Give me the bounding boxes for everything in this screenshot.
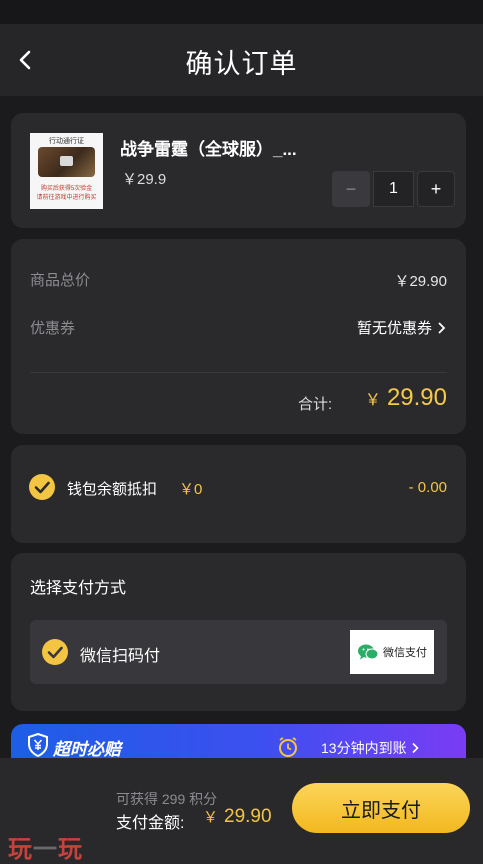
thumbnail-image [38, 147, 95, 177]
total-value: ￥ 29.90 [365, 384, 447, 412]
pay-amount-currency: ￥ [203, 809, 219, 826]
quantity-increase-button[interactable]: + [417, 171, 455, 207]
promo-left-text: 超时必赔 [53, 740, 121, 759]
coupon-label: 优惠券 [30, 320, 76, 337]
subtotal-value: ￥29.90 [394, 273, 447, 290]
bottom-bar: 可获得 299 积分 支付金额: ￥ 29.90 立即支付 玩一玩 [0, 758, 483, 864]
coupon-value: 暂无优惠券 [356, 320, 432, 337]
wechat-icon [358, 644, 379, 660]
total-currency: ￥ [364, 392, 381, 409]
product-thumbnail: 行动通行证 购买后获得5次验金 请前往游戏中进行购买 [30, 133, 103, 209]
points-text: 可获得 299 积分 [116, 791, 218, 807]
subtotal-label: 商品总价 [30, 272, 91, 289]
wallet-balance: ￥0 [179, 481, 203, 498]
quantity-stepper: − 1 + [332, 171, 455, 207]
wechat-pay-text: 微信支付 [383, 647, 427, 659]
payment-radio[interactable] [42, 639, 68, 665]
status-strip [0, 0, 483, 24]
product-name: 战争雷霆（全球服）_... [120, 140, 297, 159]
thumbnail-caption-2: 请前往游戏中进行购买 [36, 195, 97, 201]
check-icon [34, 481, 50, 494]
payment-title: 选择支付方式 [30, 580, 127, 597]
shield-yen-icon [28, 733, 48, 757]
wallet-deduction: - 0.00 [408, 479, 447, 496]
promo-right: 13分钟内到账 [321, 738, 420, 758]
chevron-right-icon [412, 742, 419, 754]
page-title: 确认订单 [185, 49, 298, 79]
wallet-label: 钱包余额抵扣 [67, 481, 158, 498]
quantity-value[interactable]: 1 [373, 171, 414, 207]
pay-amount-value: 29.90 [224, 806, 272, 827]
chevron-right-icon [438, 321, 446, 334]
quantity-decrease-button[interactable]: − [332, 171, 370, 207]
price-summary-card: 商品总价 ￥29.90 优惠券 暂无优惠券 合计: ￥ 29.90 [11, 239, 466, 434]
pay-amount-label: 支付金额: [116, 815, 185, 832]
watermark-logo: 玩一玩 [8, 829, 83, 864]
check-icon [47, 646, 63, 659]
payment-card: 选择支付方式 微信扫码付 微信支付 [11, 553, 466, 711]
wallet-card: 钱包余额抵扣 ￥0 - 0.00 [11, 445, 466, 543]
payment-option-wechat[interactable]: 微信扫码付 微信支付 [30, 620, 447, 684]
watermark-part2: 玩 [58, 835, 83, 863]
divider [30, 372, 447, 373]
total-amount: 29.90 [386, 384, 447, 411]
wallet-checkbox[interactable] [29, 474, 55, 500]
alarm-clock-icon [279, 737, 297, 757]
total-label: 合计: [298, 396, 333, 413]
coupon-selector[interactable]: 暂无优惠券 [357, 317, 447, 338]
watermark-dash: 一 [33, 835, 58, 863]
watermark-part1: 玩 [8, 835, 33, 863]
header: 确认订单 [0, 24, 483, 96]
thumbnail-caption-1: 购买后获得5次验金 [40, 186, 93, 192]
payment-method-label: 微信扫码付 [80, 648, 161, 665]
product-price: ￥29.9 [122, 171, 167, 188]
thumbnail-title: 行动通行证 [49, 138, 84, 145]
pay-amount: ￥ 29.90 [203, 806, 272, 828]
promo-right-text: 13分钟内到账 [321, 740, 407, 756]
wechat-pay-badge: 微信支付 [350, 630, 434, 674]
product-card: 行动通行证 购买后获得5次验金 请前往游戏中进行购买 战争雷霆（全球服）_...… [11, 113, 466, 228]
pay-now-button[interactable]: 立即支付 [292, 783, 470, 833]
